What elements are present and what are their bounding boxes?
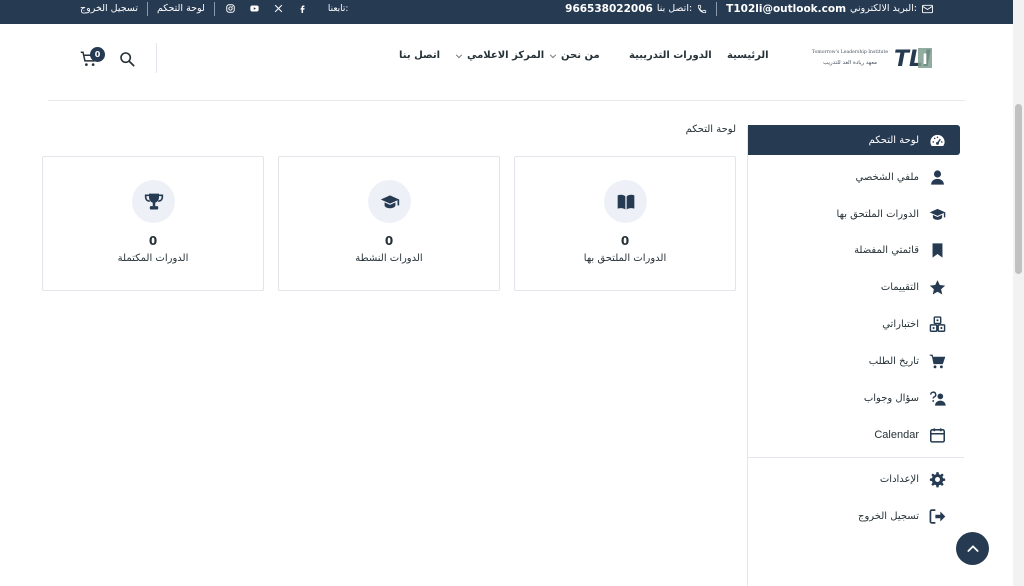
youtube-icon[interactable] [250,4,259,13]
phone-icon [697,4,707,14]
sidebar-item-enrolled-courses[interactable]: الدورات الملتحق بها [748,199,960,229]
quiz-blocks-icon [929,315,946,333]
search-icon[interactable] [119,51,135,67]
stat-label: الدورات الملتحق بها [583,253,667,264]
sidebar-item-qa[interactable]: سؤال وجواب [748,383,960,413]
stat-label: الدورات النشطة [355,253,423,264]
sidebar-item-label: لوحة التحكم [868,134,919,146]
sidebar-item-reviews[interactable]: التقييمات [748,272,960,302]
gauge-icon [929,132,946,149]
stat-card-completed: 0 الدورات المكتملة [42,156,264,291]
sidebar-item-logout[interactable]: تسجيل الخروج [748,501,960,531]
nav-media[interactable]: المركز الاعلامي [455,50,544,61]
cart-count-badge: 0 [90,47,105,62]
trophy-icon [132,180,175,223]
nav-about[interactable]: من نحن [549,50,600,61]
email-label: البريد الالكتروني: [850,3,917,14]
cart-icon [929,353,946,370]
sidebar-item-label: Calendar [874,429,919,441]
facebook-icon[interactable] [298,4,307,13]
dashboard-link[interactable]: لوحة التحكم [157,3,205,14]
divider [716,1,718,16]
sidebar-item-profile[interactable]: ملفي الشخصي [748,162,960,192]
sidebar-item-label: قائمتي المفضلة [854,244,919,256]
site-logo[interactable]: TLI I Tomorrow's Leadership Institute مع… [806,44,934,72]
divider [146,1,148,16]
nav-media-label: المركز الاعلامي [467,50,545,61]
stat-card-enrolled: 0 الدورات الملتحق بها [514,156,736,291]
sidebar-item-wishlist[interactable]: قائمتي المفضلة [748,235,960,265]
star-icon [929,279,946,296]
stat-label: الدورات المكتملة [117,253,189,264]
follow-label: تابعنا: [327,3,349,14]
svg-text:I: I [922,52,927,68]
sidebar-item-label: الدورات الملتحق بها [836,208,919,220]
scrollbar-thumb[interactable] [1015,104,1022,274]
sidebar-item-label: سؤال وجواب [863,392,919,404]
sign-out-icon [929,508,946,525]
gear-icon [929,471,946,488]
sidebar-item-label: الإعدادات [879,473,919,485]
nav-courses[interactable]: الدورات التدريبية [629,50,712,61]
sidebar-item-label: التقييمات [880,281,919,293]
chevron-down-icon [549,53,557,58]
sidebar-item-label: ملفي الشخصي [855,171,919,183]
phone-number[interactable]: 966538022006 [565,3,653,15]
logo-text-en: Tomorrow's Leadership Institute [812,49,888,55]
sidebar-item-dashboard[interactable]: لوحة التحكم [748,125,960,155]
calendar-icon [929,427,946,444]
stat-card-active: 0 الدورات النشطة [278,156,500,291]
header-divider [156,43,157,73]
header-bottom-divider [48,100,965,101]
stat-value: 0 [384,234,394,248]
sidebar-item-label: اختباراتي [882,318,919,330]
email-address[interactable]: T102li@outlook.com [726,3,846,15]
book-icon [604,180,647,223]
page-title: لوحة التحكم [685,124,736,135]
graduation-cap-icon [929,206,946,223]
envelope-icon [922,4,933,14]
top-bar: 966538022006 اتصل بنا: T102li@outlook.co… [0,0,1013,24]
topbar-links: تسجيل الخروج لوحة التحكم تابعنا: [80,0,348,17]
bookmark-icon [929,242,946,259]
sidebar-item-calendar[interactable]: Calendar [748,420,960,450]
page: 966538022006 اتصل بنا: T102li@outlook.co… [0,0,1024,586]
sidebar-item-order-history[interactable]: تاريخ الطلب [748,346,960,376]
sidebar-item-label: تاريخ الطلب [868,355,919,367]
logo-text-ar: معهد ريادة الغد للتدريب [823,60,877,66]
sidebar-divider [748,457,964,458]
stat-value: 0 [620,234,630,248]
divider [213,1,215,16]
graduation-cap-icon [368,180,411,223]
phone-label: اتصل بنا: [656,3,693,14]
header: TLI I Tomorrow's Leadership Institute مع… [0,24,1013,100]
logout-link[interactable]: تسجيل الخروج [80,3,138,14]
stat-value: 0 [148,234,158,248]
sidebar-item-settings[interactable]: الإعدادات [748,464,960,494]
nav-contact[interactable]: اتصل بنا [399,50,440,61]
nav-about-label: من نحن [561,50,600,61]
chevron-up-icon [966,544,979,552]
sidebar-item-quizzes[interactable]: اختباراتي [748,309,960,339]
scroll-to-top-button[interactable] [956,532,989,565]
sidebar-item-label: تسجيل الخروج [857,510,919,522]
scrollbar[interactable] [1013,0,1024,586]
instagram-icon[interactable] [226,4,235,13]
chevron-down-icon [455,53,463,58]
user-icon [929,169,946,186]
x-icon[interactable] [274,4,283,13]
topbar-contact: 966538022006 اتصل بنا: T102li@outlook.co… [565,0,933,17]
question-user-icon [929,390,946,407]
nav-home[interactable]: الرئيسية [727,50,769,61]
